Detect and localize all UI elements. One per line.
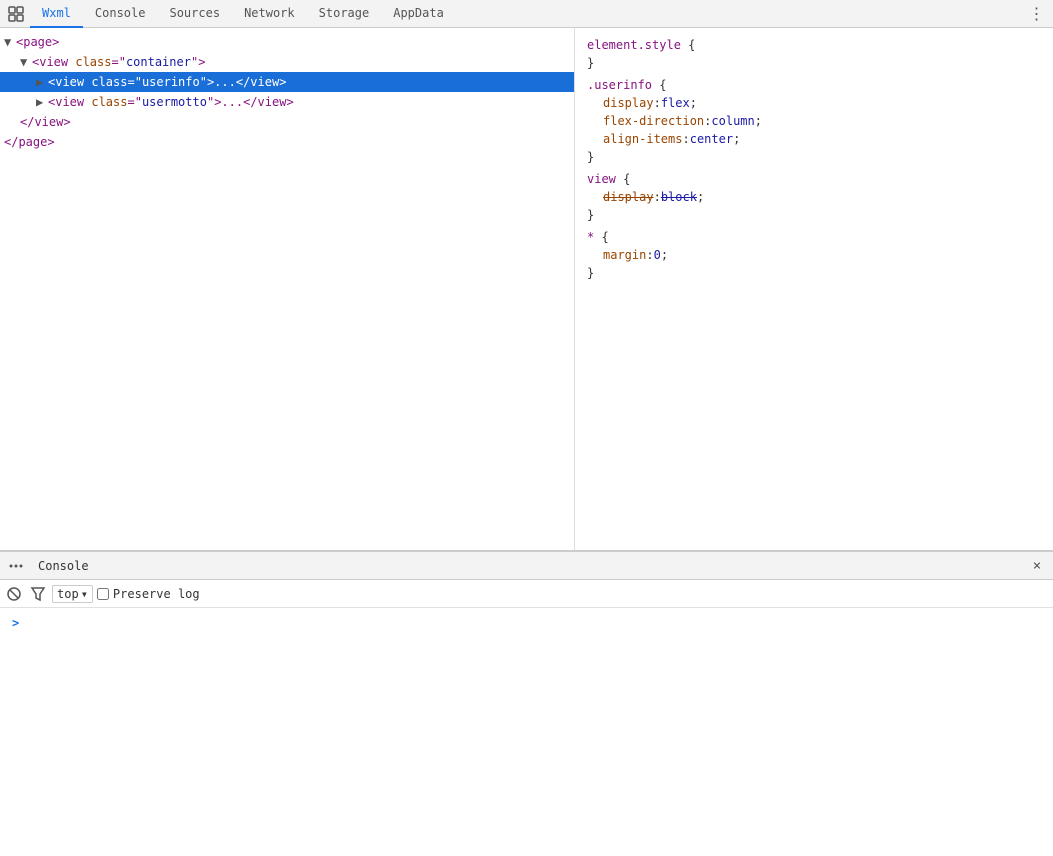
preserve-log-label: Preserve log [113, 587, 200, 601]
css-selector-view: view { [587, 170, 1041, 188]
css-prop-flex-direction: flex-direction:column; [587, 112, 1041, 130]
main-toolbar: Wxml Console Sources Network Storage App… [0, 0, 1053, 28]
css-closing-brace-view: } [587, 206, 1041, 224]
devtools-icon[interactable] [4, 2, 28, 26]
tag-close-userinfo: ">...</view> [200, 75, 287, 89]
attr-class-value-container: container [126, 55, 191, 69]
css-panel: element.style { } .userinfo { display:fl… [575, 28, 1053, 550]
context-selector-label: top [57, 587, 79, 601]
tab-console[interactable]: Console [83, 0, 158, 28]
tag-view-close: </view> [20, 115, 71, 129]
attr-class-name-userinfo: class=" [91, 75, 142, 89]
console-toolbar: Console × [0, 552, 1053, 580]
attr-class-name: class [75, 55, 111, 69]
css-prop-display-flex: display:flex; [587, 94, 1041, 112]
tab-sources[interactable]: Sources [157, 0, 232, 28]
dom-line-page-close[interactable]: </page> [0, 132, 574, 152]
main-area: ▼ <page> ▼ <view class="container"> ▶ <v… [0, 28, 1053, 551]
tab-storage[interactable]: Storage [307, 0, 382, 28]
tag-view-userinfo: <view [48, 75, 91, 89]
css-block-element-style: element.style { } [587, 36, 1041, 72]
css-closing-brace-star: } [587, 264, 1041, 282]
css-closing-brace-element-style: } [587, 54, 1041, 72]
dom-line-view-close[interactable]: </view> [0, 112, 574, 132]
css-selector-element-style: element.style { [587, 36, 1041, 54]
css-closing-brace-userinfo: } [587, 148, 1041, 166]
filter-icon[interactable] [28, 584, 48, 604]
tab-appdata[interactable]: AppData [381, 0, 456, 28]
console-section: Console × top ▾ Preserve log [0, 551, 1053, 856]
dom-line-userinfo[interactable]: ▶ <view class="userinfo">...</view> [0, 72, 574, 92]
css-block-userinfo: .userinfo { display:flex; flex-direction… [587, 76, 1041, 166]
more-options-icon[interactable]: ⋮ [1025, 2, 1049, 26]
clear-console-icon[interactable] [4, 584, 24, 604]
attr-class-value-userinfo: userinfo [142, 75, 200, 89]
tab-network[interactable]: Network [232, 0, 307, 28]
css-selector-userinfo: .userinfo { [587, 76, 1041, 94]
tag-page-close: </page> [4, 135, 55, 149]
console-content: > [0, 608, 1053, 856]
tab-wxml[interactable]: Wxml [30, 0, 83, 28]
attr-class-name-usermotto: class [91, 95, 127, 109]
context-selector-arrow: ▾ [81, 587, 88, 601]
console-tab-label: Console [30, 559, 97, 573]
css-block-star: * { margin:0; } [587, 228, 1041, 282]
triangle-container[interactable]: ▼ [20, 53, 32, 71]
console-filter-bar: top ▾ Preserve log [0, 580, 1053, 608]
tag-view-usermotto-open: <view [48, 95, 91, 109]
dom-panel: ▼ <page> ▼ <view class="container"> ▶ <v… [0, 28, 575, 550]
css-prop-align-items: align-items:center; [587, 130, 1041, 148]
triangle-userinfo[interactable]: ▶ [36, 73, 48, 91]
dom-line-usermotto[interactable]: ▶ <view class="usermotto">...</view> [0, 92, 574, 112]
prompt-arrow-icon: > [12, 616, 19, 630]
triangle-page[interactable]: ▼ [4, 33, 16, 51]
preserve-log-checkbox[interactable] [97, 588, 109, 600]
dom-line-page[interactable]: ▼ <page> [0, 32, 574, 52]
tag-view-open: <view [32, 55, 75, 69]
console-menu-icon[interactable] [4, 554, 28, 578]
attr-class-value-usermotto: usermotto [142, 95, 207, 109]
context-selector[interactable]: top ▾ [52, 585, 93, 603]
preserve-log-area: Preserve log [97, 587, 200, 601]
css-prop-margin: margin:0; [587, 246, 1041, 264]
css-block-view: view { display:block; } [587, 170, 1041, 224]
triangle-usermotto[interactable]: ▶ [36, 93, 48, 111]
console-prompt-line[interactable]: > [4, 612, 1049, 634]
css-selector-star: * { [587, 228, 1041, 246]
tag-page-open: <page> [16, 35, 59, 49]
css-prop-display-block: display:block; [587, 188, 1041, 206]
console-close-button[interactable]: × [1025, 554, 1049, 578]
dom-line-container[interactable]: ▼ <view class="container"> [0, 52, 574, 72]
